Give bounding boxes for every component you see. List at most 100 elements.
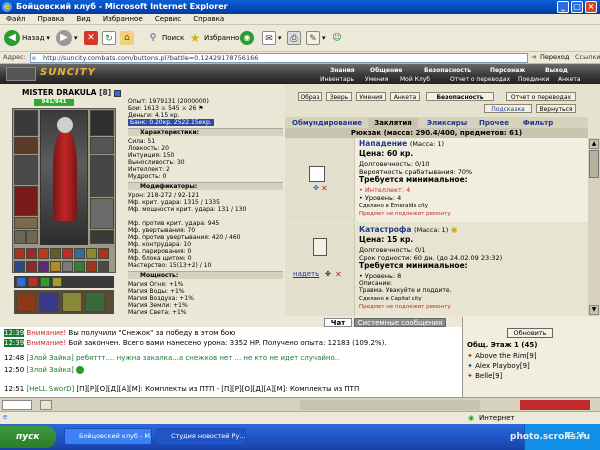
maximize-button[interactable]: □: [571, 1, 583, 13]
spell-slot[interactable]: [86, 261, 97, 272]
nav-profile[interactable]: Анкета: [558, 76, 581, 83]
nav-communication[interactable]: Общение: [370, 67, 402, 74]
hint-button[interactable]: Подсказка: [484, 104, 532, 113]
ring-slot[interactable]: [26, 230, 38, 244]
scroll-icon[interactable]: [309, 166, 325, 182]
potion-slot[interactable]: [16, 277, 26, 287]
potion-slot[interactable]: [52, 277, 62, 287]
info-icon[interactable]: ✤: [313, 184, 319, 192]
spell-slot[interactable]: [98, 248, 109, 259]
menu-tools[interactable]: Сервис: [155, 15, 181, 23]
chat-author[interactable]: [Злой Зайка]: [26, 366, 73, 374]
potion-slot[interactable]: [28, 277, 38, 287]
messenger-button[interactable]: ☺: [330, 29, 344, 47]
edit-button[interactable]: ✎ ▾: [306, 29, 326, 47]
task-ie[interactable]: Бойцовский клуб - M...: [64, 428, 152, 445]
rune-slot[interactable]: [62, 292, 82, 312]
forward-button[interactable]: ▶ ▾: [56, 29, 78, 47]
nav-exit[interactable]: Выход: [545, 67, 568, 74]
spell-slot[interactable]: [50, 261, 61, 272]
spell-slot[interactable]: [26, 261, 37, 272]
tab-filter[interactable]: Фильтр: [518, 118, 558, 128]
online-user[interactable]: ✦ Alex Playboy[9]: [467, 362, 530, 370]
tab-spells[interactable]: Заклятия: [368, 118, 418, 128]
tab-system-messages[interactable]: Системные сообщения: [354, 318, 446, 327]
amulet-slot[interactable]: [14, 137, 38, 154]
nav-character[interactable]: Персонаж: [490, 67, 525, 74]
task-news[interactable]: Студия новостей Ру...: [156, 428, 246, 445]
nav-inventory[interactable]: Инвентарь: [320, 76, 354, 83]
chat-input[interactable]: [2, 400, 32, 410]
rune-slot[interactable]: [39, 292, 59, 312]
security-button[interactable]: Безопасность: [426, 92, 494, 101]
print-button[interactable]: ⎙: [287, 29, 301, 47]
pet-button[interactable]: Зверь: [326, 92, 352, 101]
image-button[interactable]: Образ: [298, 92, 322, 101]
return-button[interactable]: Вернуться: [536, 104, 576, 113]
bank[interactable]: Банк: 0.20кр. 2522.15екр.: [128, 119, 214, 126]
scroll-down-icon[interactable]: ▼: [589, 305, 599, 315]
skills-button[interactable]: Умения: [356, 92, 386, 101]
item-name[interactable]: Нападение: [359, 139, 407, 148]
stop-button[interactable]: ✕: [84, 29, 98, 47]
spell-slot[interactable]: [26, 248, 37, 259]
refresh-button[interactable]: Обновить: [507, 328, 553, 338]
tab-other[interactable]: Прочее: [474, 118, 514, 128]
gloves-slot[interactable]: [90, 137, 114, 154]
rune-slot[interactable]: [85, 292, 105, 312]
spell-slot[interactable]: [50, 248, 61, 259]
menu-file[interactable]: Файл: [6, 15, 25, 23]
menu-edit[interactable]: Правка: [38, 15, 65, 23]
media-button[interactable]: ◉: [240, 29, 254, 47]
rune-slot[interactable]: [16, 292, 36, 312]
nav-fights[interactable]: Поединки: [518, 76, 549, 83]
shield-slot[interactable]: [90, 155, 114, 197]
home-button[interactable]: ⌂: [120, 29, 134, 47]
scroll-icon[interactable]: [313, 238, 327, 256]
characteristics-header[interactable]: Характеристики:: [128, 128, 283, 136]
nav-my-club[interactable]: Мой Клуб: [400, 76, 430, 83]
spell-slot[interactable]: [38, 248, 49, 259]
armor-slot[interactable]: [14, 186, 38, 216]
tab-equipment[interactable]: Обмундирование: [290, 118, 364, 128]
delete-icon[interactable]: ✕: [335, 270, 342, 279]
spell-slot[interactable]: [74, 261, 85, 272]
favorites-button[interactable]: ★ Избранное: [188, 29, 244, 47]
scroll-up-icon[interactable]: ▲: [589, 139, 599, 149]
scroll-thumb[interactable]: [589, 150, 599, 178]
spell-slot[interactable]: [38, 261, 49, 272]
bracer-slot[interactable]: [14, 230, 26, 244]
spell-slot[interactable]: [86, 248, 97, 259]
exit-button[interactable]: [520, 400, 590, 410]
transfer-report-button[interactable]: Отчет о переводах: [506, 92, 576, 101]
online-user[interactable]: ✦ Above the Rim[9]: [467, 352, 537, 360]
emote-button[interactable]: [40, 400, 52, 410]
boots-slot[interactable]: [90, 230, 114, 244]
menu-help[interactable]: Справка: [193, 15, 224, 23]
potion-slot[interactable]: [40, 277, 50, 287]
gear-icon[interactable]: ✤: [325, 270, 331, 278]
tab-chat[interactable]: Чат: [324, 318, 352, 327]
nav-skills[interactable]: Умения: [365, 76, 388, 83]
nav-knowledge[interactable]: Знания: [330, 67, 355, 74]
belt-slot[interactable]: [14, 217, 38, 229]
start-button[interactable]: пуск: [0, 426, 56, 448]
item-name[interactable]: Катастрофа: [359, 225, 411, 234]
search-button[interactable]: ⚲ Поиск: [146, 29, 184, 47]
spell-slot[interactable]: [14, 261, 25, 272]
menu-view[interactable]: Вид: [76, 15, 90, 23]
chat-author[interactable]: [Злой Зайка]: [26, 354, 73, 362]
spell-slot[interactable]: [62, 261, 73, 272]
back-button[interactable]: ◀ Назад ▾: [4, 29, 50, 47]
info-icon[interactable]: [113, 89, 121, 97]
menu-favorites[interactable]: Избранное: [103, 15, 143, 23]
address-input[interactable]: e http://suncity.combats.com/buttons.pl?…: [30, 53, 528, 63]
online-user[interactable]: ✦ Belle[9]: [467, 372, 502, 380]
close-button[interactable]: ×: [585, 1, 597, 13]
spell-slot[interactable]: [98, 261, 109, 272]
earring-slot[interactable]: [90, 110, 114, 136]
links-label[interactable]: Ссылки: [575, 53, 600, 61]
spell-slot[interactable]: [62, 248, 73, 259]
chat-author[interactable]: [HeLL SworD]: [26, 385, 74, 393]
nav-transfer-report[interactable]: Отчет о переводах: [450, 76, 510, 83]
